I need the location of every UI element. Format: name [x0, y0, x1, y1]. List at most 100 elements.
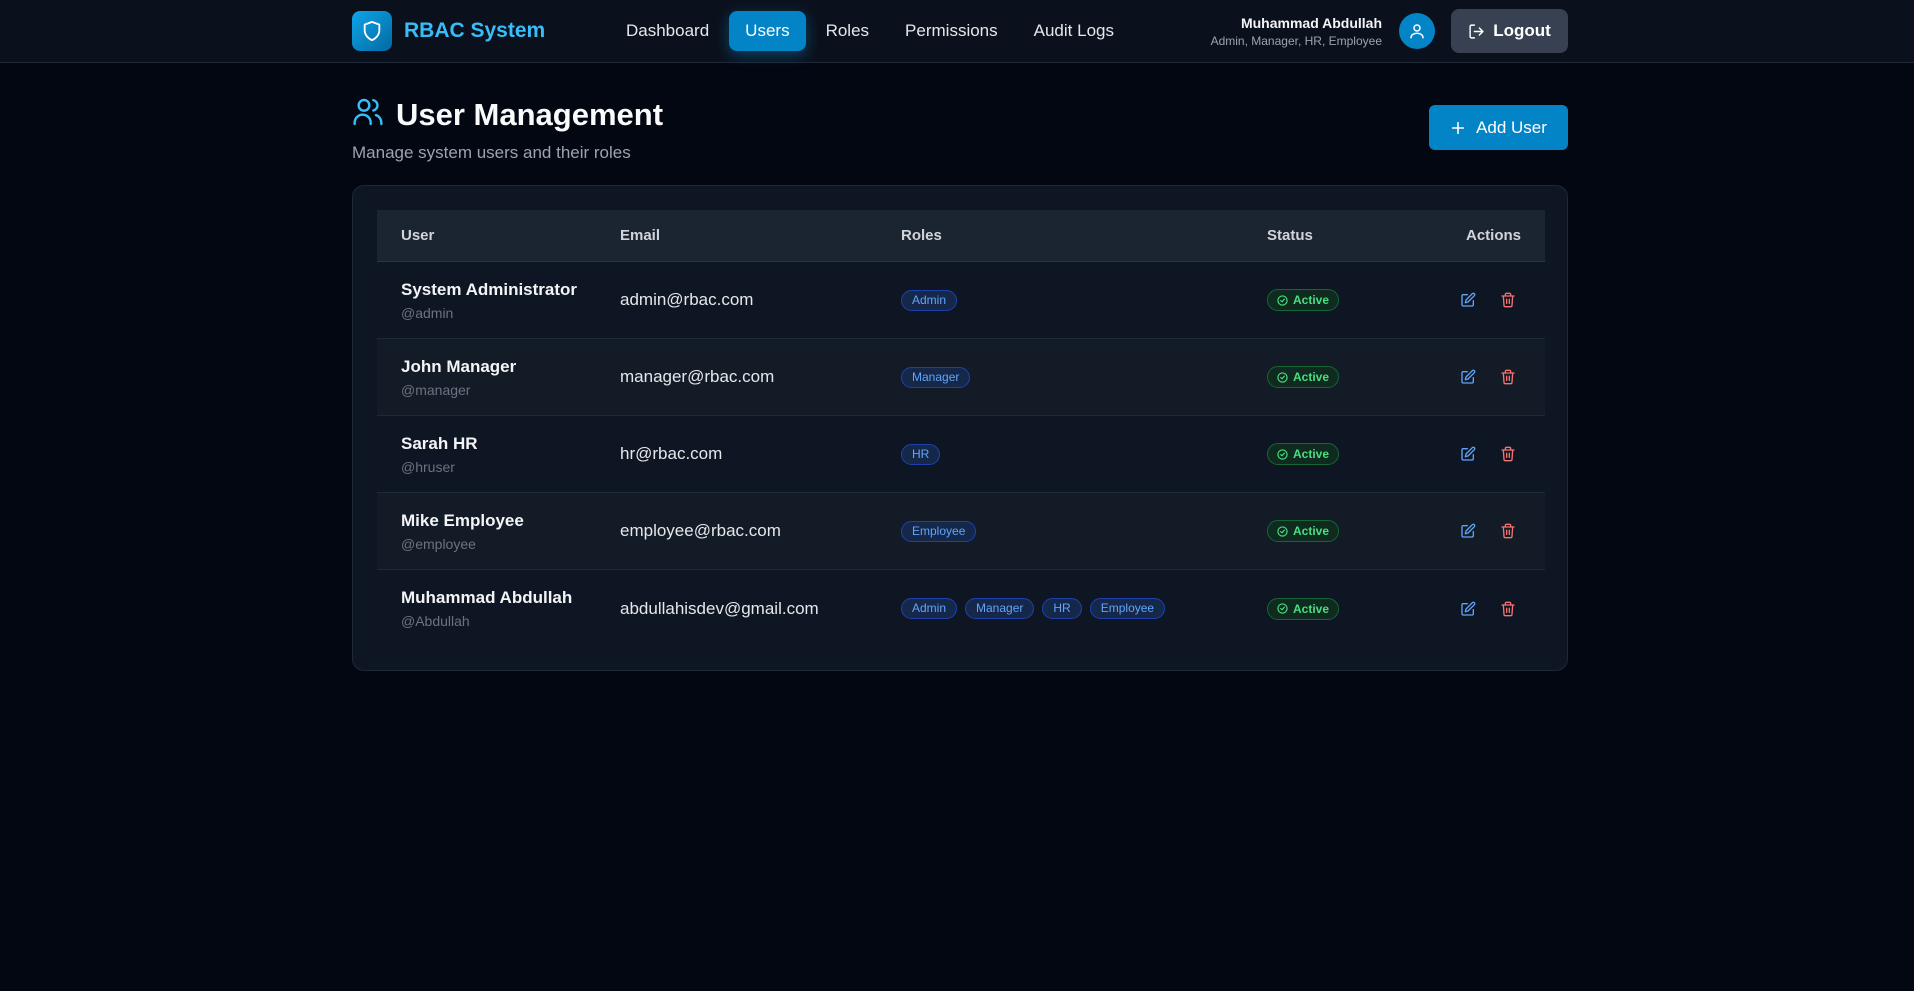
user-handle: @manager	[401, 381, 471, 398]
status-cell: Active	[1267, 289, 1415, 311]
check-circle-icon	[1277, 603, 1288, 614]
user-cell: Mike Employee @employee	[377, 511, 620, 552]
actions-cell	[1415, 287, 1545, 313]
user-name: John Manager	[401, 356, 517, 376]
status-label: Active	[1293, 370, 1330, 384]
user-handle: @hruser	[401, 458, 455, 475]
status-cell: Active	[1267, 443, 1415, 465]
actions-cell	[1415, 364, 1545, 390]
top-navbar: RBAC System Dashboard Users Roles Permis…	[0, 0, 1914, 63]
user-cell: John Manager @manager	[377, 357, 620, 398]
current-user-roles: Admin, Manager, HR, Employee	[1210, 34, 1382, 48]
header-email: Email	[620, 227, 661, 244]
roles-cell: Admin Manager HR Employee	[901, 598, 1267, 619]
role-badge: Employee	[901, 520, 977, 542]
status-cell: Active	[1267, 366, 1415, 388]
page-title: User Management	[396, 96, 664, 132]
edit-icon[interactable]	[1455, 596, 1481, 622]
roles-cell: Manager	[901, 366, 1267, 388]
role-badge: HR	[901, 443, 941, 465]
actions-cell	[1415, 518, 1545, 544]
shield-icon	[352, 11, 392, 51]
user-cell: System Administrator @admin	[377, 280, 620, 321]
logout-button[interactable]: Logout	[1451, 9, 1568, 53]
role-badge: Employee	[1089, 598, 1166, 619]
user-name: Sarah HR	[401, 433, 478, 453]
table-row: John Manager @manager manager@rbac.com M…	[377, 339, 1545, 416]
header-actions: Actions	[1465, 227, 1521, 244]
role-badge: Admin	[901, 598, 958, 619]
table-row: Muhammad Abdullah @Abdullah abdullahisde…	[377, 570, 1545, 647]
user-handle: @employee	[401, 535, 476, 552]
role-badge: Manager	[901, 366, 971, 388]
role-badge: Admin	[901, 289, 958, 311]
trash-icon[interactable]	[1495, 596, 1521, 622]
page-header: User Management Manage system users and …	[352, 96, 663, 163]
edit-icon[interactable]	[1455, 441, 1481, 467]
user-avatar-icon[interactable]	[1399, 13, 1435, 49]
user-email: employee@rbac.com	[620, 521, 781, 540]
current-user-name: Muhammad Abdullah	[1240, 15, 1382, 31]
edit-icon[interactable]	[1455, 364, 1481, 390]
table-row: Sarah HR @hruser hr@rbac.com HR Active	[377, 416, 1545, 493]
table-row: System Administrator @admin admin@rbac.c…	[377, 262, 1545, 339]
nav-roles[interactable]: Roles	[810, 11, 885, 51]
status-label: Active	[1293, 293, 1330, 307]
status-badge: Active	[1267, 443, 1340, 465]
status-badge: Active	[1267, 597, 1340, 620]
current-user-info: Muhammad Abdullah Admin, Manager, HR, Em…	[1211, 15, 1382, 48]
logout-icon	[1469, 23, 1484, 39]
users-table: User Email Roles Status Actions System A…	[377, 210, 1545, 647]
user-email: admin@rbac.com	[620, 290, 754, 309]
status-label: Active	[1293, 524, 1330, 538]
user-name: System Administrator	[401, 279, 578, 299]
add-user-button[interactable]: Add User	[1429, 105, 1568, 150]
role-badge: HR	[1042, 598, 1082, 619]
status-badge: Active	[1267, 366, 1340, 388]
roles-cell: Employee	[901, 520, 1267, 542]
add-user-label: Add User	[1476, 117, 1547, 137]
edit-icon[interactable]	[1455, 287, 1481, 313]
trash-icon[interactable]	[1495, 364, 1521, 390]
user-handle: @admin	[401, 304, 454, 321]
check-circle-icon	[1277, 448, 1288, 460]
main-nav: Dashboard Users Roles Permissions Audit …	[610, 11, 1134, 51]
logout-label: Logout	[1493, 21, 1551, 40]
users-table-card: User Email Roles Status Actions System A…	[352, 185, 1568, 671]
nav-dashboard[interactable]: Dashboard	[610, 11, 725, 51]
header-user: User	[401, 227, 435, 244]
table-header: User Email Roles Status Actions	[377, 210, 1545, 262]
check-circle-icon	[1277, 525, 1288, 537]
user-email: abdullahisdev@gmail.com	[620, 598, 819, 618]
user-name: Muhammad Abdullah	[401, 588, 573, 607]
roles-cell: Admin	[901, 289, 1267, 311]
plus-icon	[1451, 121, 1465, 134]
status-badge: Active	[1267, 289, 1340, 311]
status-cell: Active	[1267, 597, 1415, 620]
trash-icon[interactable]	[1495, 518, 1521, 544]
user-email: manager@rbac.com	[620, 367, 775, 386]
brand-name: RBAC System	[404, 19, 546, 42]
roles-cell: HR	[901, 443, 1267, 465]
status-cell: Active	[1267, 520, 1415, 542]
table-body: System Administrator @admin admin@rbac.c…	[377, 262, 1545, 647]
nav-audit-logs[interactable]: Audit Logs	[1018, 11, 1130, 51]
user-cell: Muhammad Abdullah @Abdullah	[377, 588, 620, 629]
brand[interactable]: RBAC System	[352, 11, 545, 51]
actions-cell	[1415, 441, 1545, 467]
table-row: Mike Employee @employee employee@rbac.co…	[377, 493, 1545, 570]
nav-permissions[interactable]: Permissions	[889, 11, 1014, 51]
edit-icon[interactable]	[1455, 518, 1481, 544]
check-circle-icon	[1277, 371, 1288, 383]
status-label: Active	[1293, 447, 1330, 461]
role-badge: Manager	[965, 598, 1035, 619]
user-handle: @Abdullah	[401, 613, 470, 629]
status-label: Active	[1293, 601, 1330, 616]
trash-icon[interactable]	[1495, 287, 1521, 313]
page-subtitle: Manage system users and their roles	[352, 143, 631, 162]
nav-users[interactable]: Users	[729, 11, 806, 51]
status-badge: Active	[1267, 520, 1340, 542]
trash-icon[interactable]	[1495, 441, 1521, 467]
actions-cell	[1415, 596, 1545, 622]
header-status: Status	[1267, 227, 1313, 244]
